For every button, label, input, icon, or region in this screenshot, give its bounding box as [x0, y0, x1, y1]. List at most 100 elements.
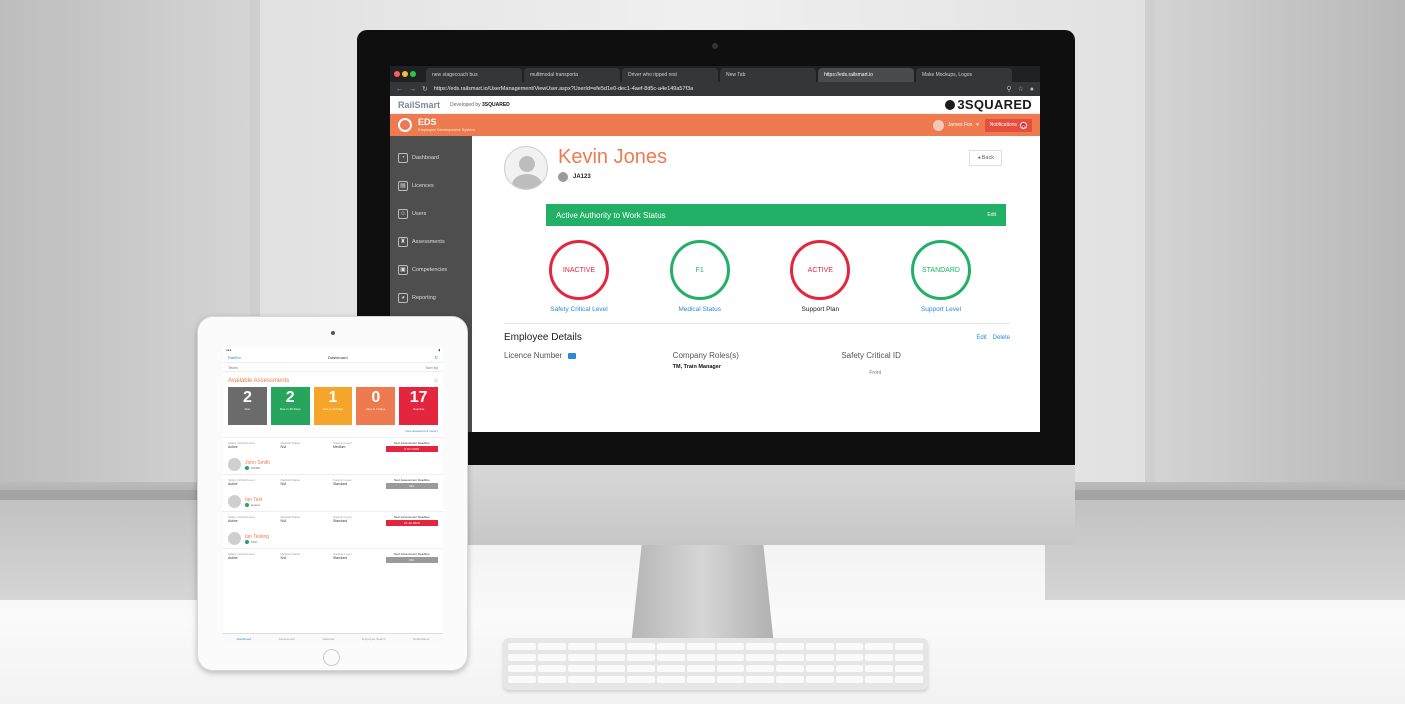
notifications-label: Notifications: [989, 122, 1017, 128]
list-item-person[interactable]: Ian Test jestest: [223, 492, 443, 511]
avatar: [228, 532, 241, 545]
browser-tab[interactable]: Driver who ripped rest: [622, 68, 718, 82]
tile-due-14[interactable]: 1 Due in 14 Days: [313, 387, 353, 425]
edit-details-button[interactable]: Edit: [976, 335, 986, 341]
list-item[interactable]: Safety Critical Level Medical Status Suppo…: [223, 437, 443, 455]
eds-subtitle: Employee Development System: [418, 127, 475, 132]
tab-calendar[interactable]: Calendar: [322, 637, 334, 641]
profile-avatar: [504, 146, 548, 190]
info-icon: ⓘ: [434, 378, 438, 383]
assessment-history-link[interactable]: View assessment history: [223, 425, 443, 437]
sidebar-item-label: Licences: [412, 183, 434, 189]
assessment-tiles: 2 Due 2 Due in 30 Days 1 Due in 14 Days 0 Du…: [223, 387, 443, 425]
notifications-button[interactable]: Notifications 0: [984, 118, 1032, 132]
tile-overdue[interactable]: 17 Overdue: [399, 387, 438, 425]
safety-id-front-label: Front: [869, 370, 882, 376]
status-label-link[interactable]: Medical Status: [655, 306, 745, 313]
status-label-link[interactable]: Safety Critical Level: [534, 306, 624, 313]
imac-camera: [712, 43, 718, 49]
sidebar-item-dashboard[interactable]: ◔ Dashboard: [390, 144, 472, 172]
sidebar-item-label: Dashboard: [412, 155, 439, 161]
browser-tab[interactable]: New Tab: [720, 68, 816, 82]
status-ring: F1: [669, 240, 730, 300]
tab-assessment[interactable]: Assessment: [279, 637, 295, 641]
list-item[interactable]: Safety Critical Level Medical Status Suppo…: [223, 474, 443, 492]
tab-employee-search[interactable]: Employee Search: [362, 637, 386, 641]
close-window-button[interactable]: [394, 71, 400, 77]
status-item-support-level: STANDARD Support Level: [896, 240, 986, 313]
ipad-device: ●●● ▮ RailSm Dashboard ↻ Team Sort by Ava…: [197, 316, 468, 671]
sidebar-item-label: Reporting: [412, 295, 436, 301]
notifications-badge: 0: [1020, 121, 1027, 129]
reload-icon[interactable]: ↻: [422, 85, 428, 93]
status-label-link[interactable]: Support Level: [896, 306, 986, 313]
ipad-tab-bar: Dashboard Assessment Calendar Employee S…: [223, 633, 443, 643]
ipad-home-button: [323, 649, 340, 666]
user-menu[interactable]: James Fox ▾: [932, 119, 979, 131]
bookmark-star-icon[interactable]: ☆: [1017, 85, 1023, 93]
back-arrow-icon[interactable]: ←: [396, 86, 403, 93]
sidebar-item-licences[interactable]: ▤ Licences: [390, 172, 472, 200]
ipad-camera: [331, 331, 335, 335]
sort-button[interactable]: Sort by: [425, 365, 438, 370]
status-item-support-plan: ACTIVE Support Plan: [775, 240, 865, 313]
filter-label: Team: [228, 364, 238, 370]
sidebar-item-users[interactable]: ☺ Users: [390, 200, 472, 228]
refresh-icon[interactable]: ↻: [435, 355, 438, 360]
browser-tab[interactable]: new stagecoach bus: [426, 68, 522, 82]
list-item[interactable]: Safety Critical Level Medical Status Suppo…: [223, 511, 443, 529]
company-roles-label: Company Roles(s): [672, 351, 739, 360]
ipad-section-header: Available Assessments ⓘ: [223, 372, 443, 387]
profile-icon[interactable]: ●: [1030, 86, 1034, 93]
list-item-person[interactable]: Ian Testing 1927: [223, 529, 443, 548]
tile-due[interactable]: 2 Due: [228, 387, 267, 425]
section-title: Employee Details: [504, 332, 582, 343]
browser-tab-active[interactable]: https://eds.railsmart.io: [818, 68, 914, 82]
sidebar-item-competencies[interactable]: ▣ Competencies: [390, 256, 472, 284]
tile-due-7[interactable]: 0 Due in 7 Days: [356, 387, 396, 425]
list-item[interactable]: Safety Critical Level Medical Status Suppo…: [223, 548, 443, 566]
forward-arrow-icon[interactable]: →: [409, 86, 416, 93]
ipad-filter-bar[interactable]: Team Sort by: [223, 363, 443, 372]
browser-tabbar: new stagecoach bus multimodal transporta…: [390, 66, 1040, 82]
address-bar[interactable]: https://eds.railsmart.io/UserManagement/…: [434, 86, 1000, 92]
sidebar-item-reporting[interactable]: ◕ Reporting: [390, 284, 472, 312]
ipad-screen: ●●● ▮ RailSm Dashboard ↻ Team Sort by Ava…: [223, 348, 443, 643]
dashboard-icon: ◔: [398, 153, 408, 163]
apple-logo-icon: [697, 482, 737, 528]
list-item-person[interactable]: John Smith SS400: [223, 455, 443, 474]
railsmart-logo[interactable]: RailSmart: [398, 100, 440, 110]
delete-details-button[interactable]: Delete: [993, 335, 1010, 341]
browser-toolbar: ← → ↻ https://eds.railsmart.io/UserManag…: [390, 82, 1040, 96]
sidebar-item-label: Assessments: [412, 239, 445, 245]
avatar: [228, 495, 241, 508]
licence-number-label: Licence Number: [504, 351, 563, 360]
app-header: RailSmart Developed by 3SQUARED 3SQUARED: [390, 96, 1040, 114]
users-icon: ☺: [398, 209, 408, 219]
sidebar-item-assessments[interactable]: ♜ Assessments: [390, 228, 472, 256]
divider: [504, 323, 1010, 324]
ipad-nav-title: Dashboard: [327, 355, 348, 360]
edit-status-button[interactable]: Edit: [987, 212, 996, 218]
maximize-window-button[interactable]: [410, 71, 416, 77]
back-button[interactable]: ◂ Back: [969, 150, 1002, 166]
browser-tab[interactable]: multimodal transporta: [524, 68, 620, 82]
ipad-nav-bar: RailSm Dashboard ↻: [223, 353, 443, 363]
section-title: Available Assessments: [228, 378, 290, 384]
competencies-icon: ▣: [398, 265, 408, 275]
minimize-window-button[interactable]: [402, 71, 408, 77]
sidebar-item-label: Users: [412, 211, 427, 217]
sidebar-item-label: Competencies: [412, 267, 448, 273]
developed-by: Developed by 3SQUARED: [450, 101, 510, 108]
browser-tab[interactable]: Make Mockups, Logos: [916, 68, 1012, 82]
licence-card-icon: ▤: [398, 181, 408, 191]
status-label: Support Plan: [801, 306, 840, 313]
camera-icon[interactable]: [568, 352, 577, 359]
desk-shadow: [1045, 490, 1405, 600]
ipad-nav-back[interactable]: RailSm: [228, 355, 241, 360]
tab-dashboard[interactable]: Dashboard: [237, 637, 252, 641]
search-icon[interactable]: ⚲: [1006, 85, 1011, 93]
tile-due-30[interactable]: 2 Due in 30 Days: [270, 387, 310, 425]
tab-notifications[interactable]: Notifications: [413, 637, 429, 641]
authority-status-bar: Active Authority to Work Status Edit: [546, 204, 1006, 226]
